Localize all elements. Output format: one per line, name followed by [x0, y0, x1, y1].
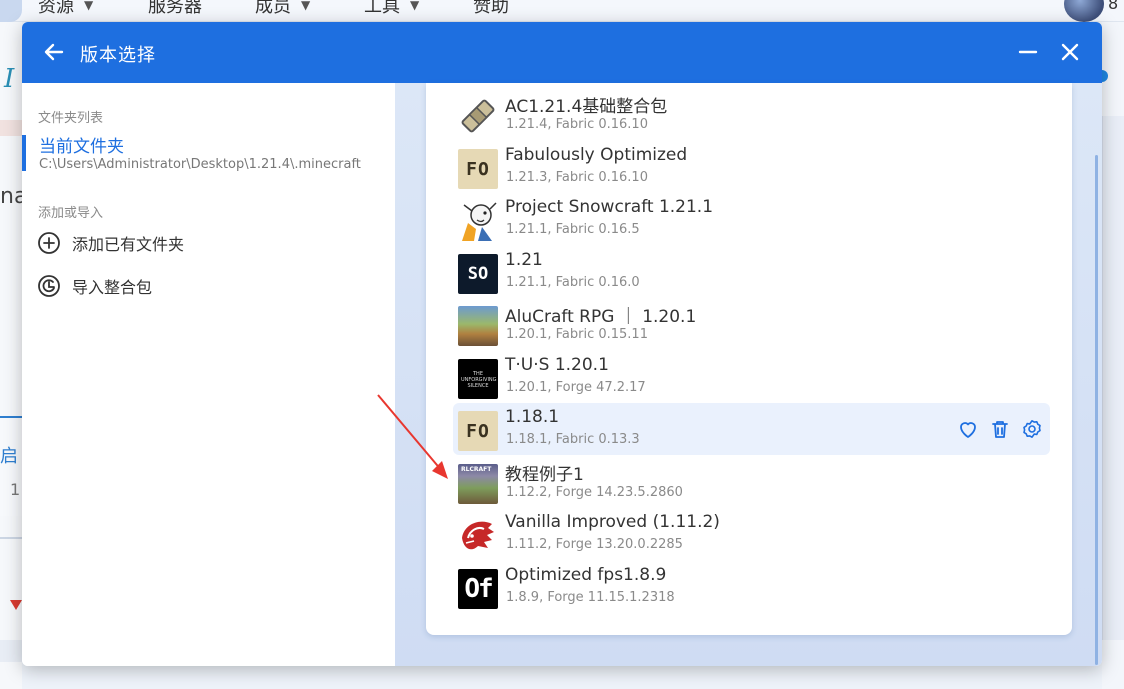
rlcraft-image: RLCRAFT [458, 464, 498, 504]
vanilla-improved-logo [458, 516, 498, 556]
fabulously-optimized-logo: FO [458, 149, 498, 189]
version-item-actions [956, 417, 1044, 441]
version-name: Optimized fps1.8.9 [505, 565, 667, 585]
version-meta: 1.21.1, Fabric 0.16.0 [506, 275, 640, 290]
background-fragment-triangle [10, 600, 22, 610]
version-item[interactable]: Of Optimized fps1.8.9 1.8.9, Forge 11.15… [453, 561, 1050, 613]
tus-logo: THE UNFORGIVING SILENCE [458, 359, 498, 399]
trash-icon[interactable] [988, 417, 1012, 441]
minimize-icon[interactable] [1016, 40, 1040, 64]
heart-icon[interactable] [956, 417, 980, 441]
version-meta: 1.8.9, Forge 11.15.1.2318 [506, 590, 675, 605]
dialog-title: 版本选择 [80, 45, 156, 66]
background-fragment: 1 [10, 480, 21, 499]
folder-sidebar: 文件夹列表 当前文件夹 C:\Users\Administrator\Deskt… [22, 83, 395, 666]
alucraft-image [458, 306, 498, 346]
nav-item-members[interactable]: 成员 ▼ [255, 0, 310, 18]
version-name: Vanilla Improved (1.11.2) [505, 512, 720, 532]
folder-list-label: 文件夹列表 [38, 111, 104, 126]
background-left-edge: I na 启 1 [0, 22, 27, 689]
so-logo: SO [458, 254, 498, 294]
close-icon[interactable] [1058, 40, 1082, 64]
background-right-panel [1102, 116, 1124, 640]
version-meta: 1.21.3, Fabric 0.16.10 [506, 170, 648, 185]
current-folder-path: C:\Users\Administrator\Desktop\1.21.4\.m… [39, 157, 361, 172]
version-name: Fabulously Optimized [505, 145, 688, 165]
version-name: AluCraft RPG ｜ 1.20.1 [505, 307, 697, 327]
back-arrow-icon[interactable] [42, 40, 66, 64]
background-divider [0, 537, 22, 539]
version-item[interactable]: AC1.21.4基础整合包 1.21.4, Fabric 0.16.10 [453, 88, 1050, 140]
version-list-area: AC1.21.4基础整合包 1.21.4, Fabric 0.16.10 FO … [395, 83, 1102, 666]
background-fragment-block [0, 120, 22, 136]
background-fragment-block [0, 640, 22, 662]
version-name: 1.18.1 [505, 407, 560, 427]
nav-item-label: 成员 [255, 0, 291, 17]
nav-item-servers[interactable]: 服务器 [148, 0, 202, 18]
version-item[interactable]: SO 1.21 1.21.1, Fabric 0.16.0 [453, 246, 1050, 298]
version-name: Project Snowcraft 1.21.1 [505, 197, 714, 217]
nav-item-label: 工具 [364, 0, 400, 17]
bandage-icon [458, 96, 498, 136]
selected-indicator [22, 135, 26, 171]
version-item[interactable]: RLCRAFT 教程例子1 1.12.2, Forge 14.23.5.2860 [453, 456, 1050, 508]
nav-item-sponsor[interactable]: 赞助 [473, 0, 509, 18]
user-number: 8 [1108, 0, 1119, 13]
user-avatar[interactable] [1064, 0, 1104, 22]
fabulously-optimized-logo: FO [458, 411, 498, 451]
dropdown-triangle-icon: ▼ [84, 0, 94, 12]
version-item[interactable]: FO Fabulously Optimized 1.21.3, Fabric 0… [453, 141, 1050, 193]
red-arrow-annotation [377, 394, 448, 479]
nav-item-tools[interactable]: 工具 ▼ [364, 0, 419, 18]
import-modpack-button[interactable]: 导入整合包 [36, 271, 152, 301]
optifine-logo: Of [458, 569, 498, 609]
version-item[interactable]: THE UNFORGIVING SILENCE T·U·S 1.20.1 1.2… [453, 351, 1050, 403]
snowcraft-logo [458, 201, 498, 241]
add-or-import-label: 添加或导入 [38, 206, 104, 221]
add-existing-folder-button[interactable]: 添加已有文件夹 [36, 228, 184, 258]
add-existing-folder-label: 添加已有文件夹 [72, 235, 185, 254]
dialog-titlebar: 版本选择 [22, 22, 1102, 83]
plus-circle-icon [36, 230, 62, 256]
version-name: 1.21 [505, 250, 543, 270]
version-meta: 1.21.1, Fabric 0.16.5 [506, 222, 640, 237]
list-scrollbar[interactable] [1095, 155, 1098, 665]
dropdown-triangle-icon: ▼ [410, 0, 420, 12]
version-select-dialog: 版本选择 文件夹列表 当前文件夹 C:\Users\Administrator\… [22, 22, 1102, 666]
version-name: T·U·S 1.20.1 [505, 355, 609, 375]
version-item[interactable]: Project Snowcraft 1.21.1 1.21.1, Fabric … [453, 193, 1050, 245]
version-meta: 1.11.2, Forge 13.20.0.2285 [506, 537, 683, 552]
import-package-icon [36, 273, 62, 299]
version-meta: 1.21.4, Fabric 0.16.10 [506, 117, 648, 132]
version-name: AC1.21.4基础整合包 [505, 97, 668, 117]
launcher-logo [0, 0, 22, 22]
nav-item-label: 服务器 [148, 0, 202, 17]
nav-item-label: 资源 [38, 0, 74, 17]
version-meta: 1.12.2, Forge 14.23.5.2860 [506, 485, 683, 500]
nav-item-resources[interactable]: 资源 ▼ [38, 0, 93, 18]
current-folder-title: 当前文件夹 [39, 137, 124, 157]
version-item[interactable]: Vanilla Improved (1.11.2) 1.11.2, Forge … [453, 508, 1050, 560]
version-meta: 1.18.1, Fabric 0.13.3 [506, 432, 640, 447]
import-modpack-label: 导入整合包 [72, 278, 153, 297]
version-list: AC1.21.4基础整合包 1.21.4, Fabric 0.16.10 FO … [426, 83, 1072, 635]
launcher-top-nav: 资源 ▼ 服务器 成员 ▼ 工具 ▼ 赞助 8 [0, 0, 1124, 22]
version-meta: 1.20.1, Forge 47.2.17 [506, 380, 646, 395]
settings-gear-icon[interactable] [1020, 417, 1044, 441]
version-name: 教程例子1 [505, 465, 584, 485]
dropdown-triangle-icon: ▼ [301, 0, 311, 12]
nav-item-label: 赞助 [473, 0, 509, 17]
version-item-hovered[interactable]: FO 1.18.1 1.18.1, Fabric 0.13.3 [453, 403, 1050, 455]
background-fragment: I [4, 64, 15, 94]
version-meta: 1.20.1, Fabric 0.15.11 [506, 327, 648, 342]
background-fragment: 启 [0, 446, 18, 467]
version-item[interactable]: AluCraft RPG ｜ 1.20.1 1.20.1, Fabric 0.1… [453, 298, 1050, 350]
